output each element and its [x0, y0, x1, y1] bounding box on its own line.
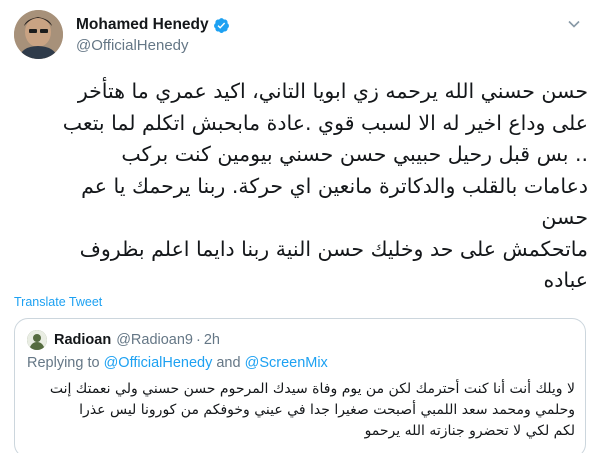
verified-badge-icon	[213, 17, 229, 33]
tweet-text-line: حسن	[541, 205, 588, 229]
author-name[interactable]: Mohamed Henedy	[76, 16, 230, 34]
tweet-text-line: دعامات بالقلب والدكاترة مانعين اي حركة. …	[81, 173, 588, 198]
quoted-tweet-header: Radioan @Radioan9 · 2h	[27, 330, 220, 350]
quoted-author-avatar[interactable]	[27, 330, 47, 350]
profile-photo-icon	[27, 330, 47, 350]
tweet-text: حسن حسني الله يرحمه زي ابويا التاني، اكي…	[14, 76, 588, 297]
chevron-down-icon[interactable]	[566, 16, 582, 32]
quoted-tweet[interactable]: Radioan @Radioan9 · 2h Replying to @Offi…	[14, 318, 586, 453]
quoted-text-line: وحلمي ومحمد سعد اللمبي أصبحت صغيرا جدا ف…	[79, 402, 575, 418]
tweet-text-line: عباده	[543, 268, 588, 292]
tweet-text-line: على وداع اخير له الا لسبب قوي .عادة مابح…	[62, 110, 588, 135]
tweet-header: Mohamed Henedy @OfficialHenedy	[14, 8, 586, 60]
quoted-text-line: لا ويلك أنت أنا كنت أحترمك لكن من يوم وف…	[49, 381, 575, 397]
tweet-text-line: .. بس قبل رحيل حبيبي حسن حسني بيومين كنت…	[121, 142, 588, 166]
quoted-tweet-text: لا ويلك أنت أنا كنت أحترمك لكن من يوم وف…	[25, 379, 575, 442]
separator-dot: ·	[196, 332, 201, 348]
translate-tweet-link[interactable]: Translate Tweet	[14, 295, 102, 309]
mention-link[interactable]: @OfficialHenedy	[104, 355, 213, 371]
replying-to-line: Replying to @OfficialHenedy and @ScreenM…	[27, 355, 328, 371]
replying-to-and: and	[216, 355, 241, 371]
replying-to-prefix: Replying to	[27, 355, 100, 371]
tweet-card: Mohamed Henedy @OfficialHenedy حسن حسني …	[0, 0, 600, 453]
author-handle[interactable]: @OfficialHenedy	[76, 37, 230, 54]
quoted-author-handle[interactable]: @Radioan9	[116, 332, 193, 348]
tweet-text-line: حسن حسني الله يرحمه زي ابويا التاني، اكي…	[77, 79, 588, 103]
author-avatar[interactable]	[14, 10, 63, 59]
tweet-text-line: ماتحكمش على حد وخليك حسن النية ربنا دايم…	[79, 236, 588, 261]
quoted-author-name[interactable]: Radioan	[54, 332, 111, 348]
quoted-text-line: لكم لكي لا تحضرو جنازته الله يرحمو	[364, 423, 575, 439]
author-display-name[interactable]: Mohamed Henedy	[76, 16, 209, 34]
quoted-timestamp[interactable]: 2h	[204, 332, 220, 348]
mention-link[interactable]: @ScreenMix	[245, 355, 328, 371]
profile-photo-icon	[14, 10, 63, 59]
author-names: Mohamed Henedy @OfficialHenedy	[76, 14, 230, 54]
